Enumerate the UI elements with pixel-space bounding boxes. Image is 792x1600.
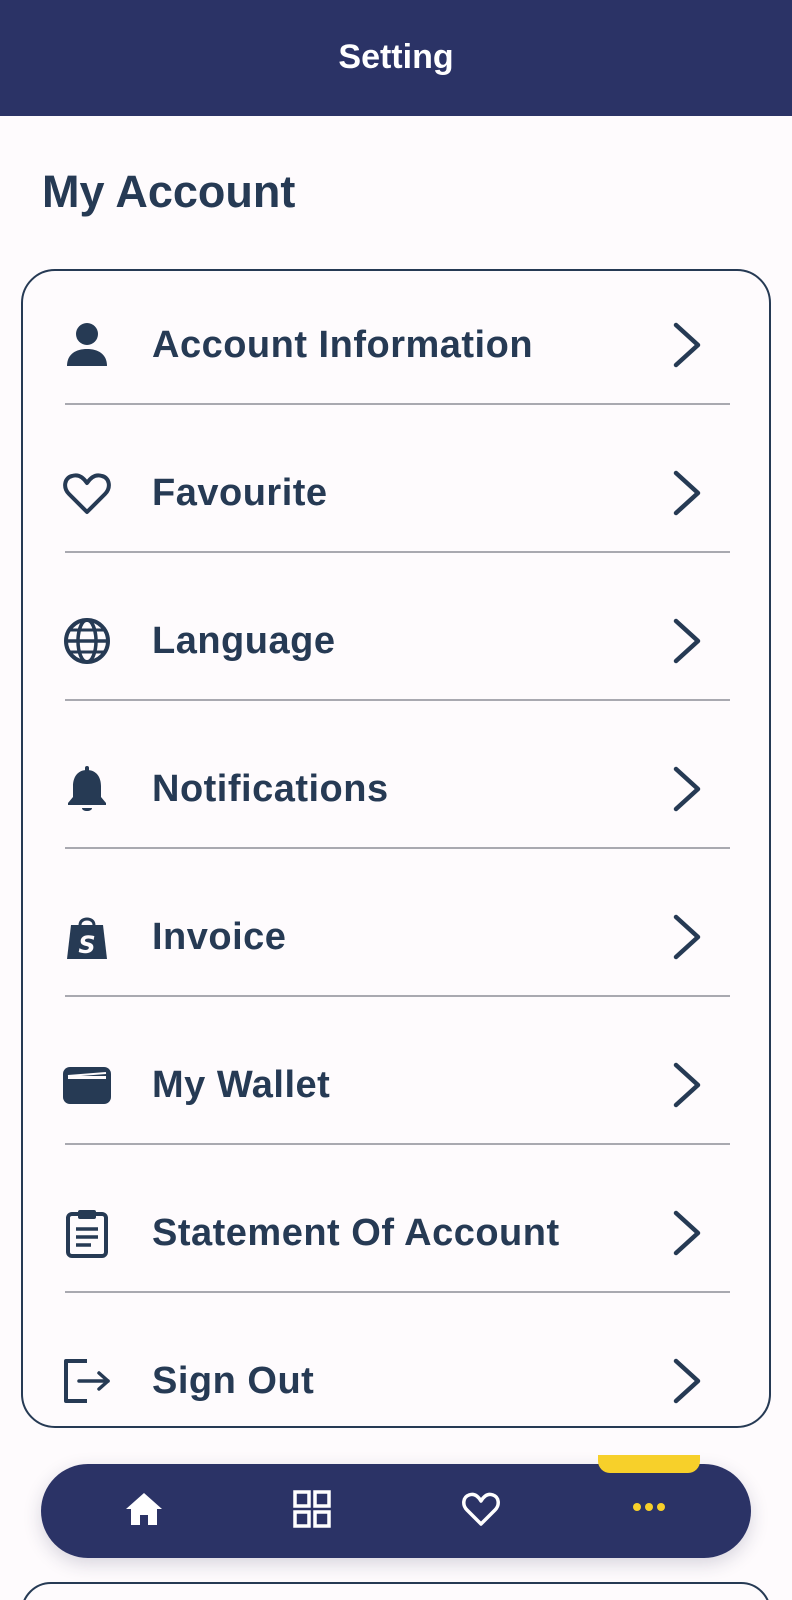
menu-item-label: Account Information — [152, 323, 534, 366]
person-icon — [61, 319, 113, 371]
clipboard-icon — [61, 1207, 113, 1259]
menu-item-sign-out[interactable]: Sign Out — [23, 1307, 769, 1455]
grid-icon — [292, 1489, 332, 1534]
menu-item-label: Language — [152, 619, 336, 662]
chevron-right-icon — [667, 911, 707, 963]
nav-favourites-button[interactable] — [441, 1464, 521, 1558]
chevron-right-icon — [667, 763, 707, 815]
menu-item-favourite[interactable]: Favourite — [23, 419, 769, 567]
next-card-peek — [21, 1582, 771, 1600]
menu-item-label: Invoice — [152, 915, 287, 958]
menu-item-label: Favourite — [152, 471, 328, 514]
chevron-right-icon — [667, 1059, 707, 1111]
menu-item-invoice[interactable]: S Invoice — [23, 863, 769, 1011]
menu-item-account-information[interactable]: Account Information — [23, 271, 769, 419]
sign-out-icon — [61, 1355, 113, 1407]
nav-categories-button[interactable] — [272, 1464, 352, 1558]
globe-icon — [61, 615, 113, 667]
chevron-right-icon — [667, 1207, 707, 1259]
divider — [65, 1291, 730, 1293]
bottom-navigation-bar — [41, 1464, 751, 1558]
home-icon — [124, 1489, 164, 1534]
nav-more-button[interactable] — [609, 1464, 689, 1558]
divider — [65, 403, 730, 405]
account-menu-card: Account Information Favourite Language N… — [21, 269, 771, 1428]
chevron-right-icon — [667, 1355, 707, 1407]
divider — [65, 847, 730, 849]
menu-item-language[interactable]: Language — [23, 567, 769, 715]
wallet-icon — [61, 1059, 113, 1111]
active-tab-indicator — [598, 1455, 700, 1473]
divider — [65, 551, 730, 553]
chevron-right-icon — [667, 467, 707, 519]
chevron-right-icon — [667, 615, 707, 667]
bell-icon — [61, 763, 113, 815]
menu-item-label: Notifications — [152, 767, 389, 810]
divider — [65, 699, 730, 701]
more-dots-icon — [629, 1489, 669, 1534]
menu-item-statement-of-account[interactable]: Statement Of Account — [23, 1159, 769, 1307]
page-title: Setting — [338, 37, 454, 76]
svg-text:S: S — [78, 931, 95, 959]
menu-item-label: Sign Out — [152, 1359, 315, 1402]
divider — [65, 1143, 730, 1145]
app-bar: Setting — [0, 0, 792, 116]
menu-item-notifications[interactable]: Notifications — [23, 715, 769, 863]
heart-icon — [61, 467, 113, 519]
section-title: My Account — [42, 166, 296, 217]
divider — [65, 995, 730, 997]
nav-home-button[interactable] — [104, 1464, 184, 1558]
chevron-right-icon — [667, 319, 707, 371]
shopping-bag-icon: S — [61, 911, 113, 963]
menu-item-my-wallet[interactable]: My Wallet — [23, 1011, 769, 1159]
heart-outline-icon — [461, 1489, 501, 1534]
menu-item-label: My Wallet — [152, 1063, 331, 1106]
menu-item-label: Statement Of Account — [152, 1211, 560, 1254]
